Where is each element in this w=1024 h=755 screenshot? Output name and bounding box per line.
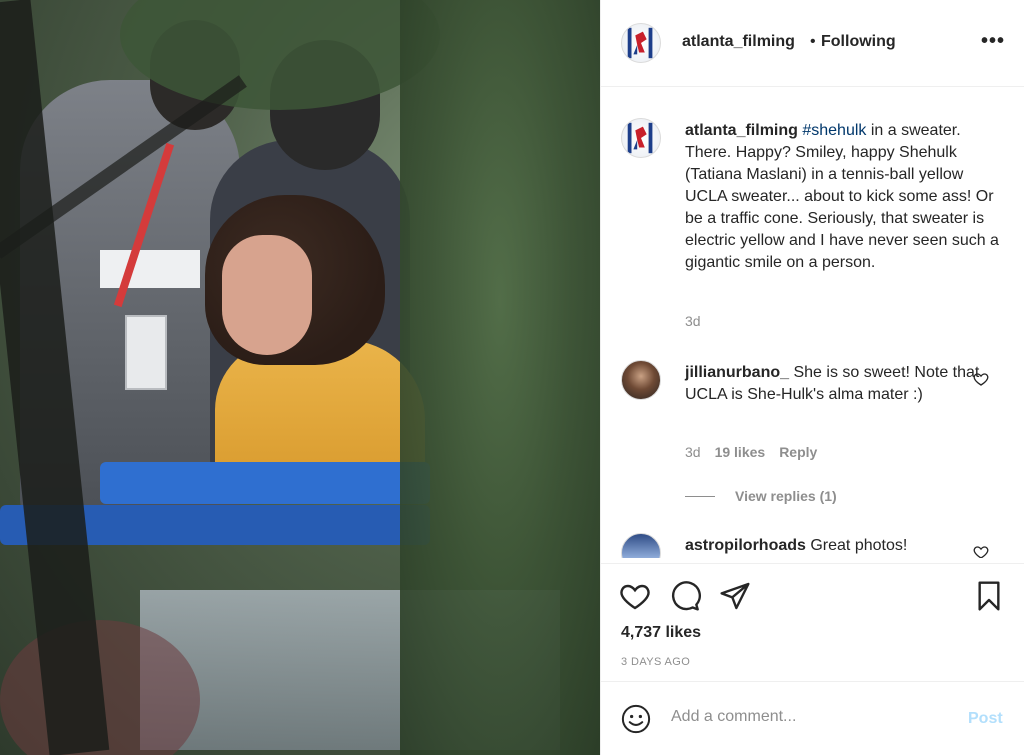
post-caption: atlanta_filming #shehulk in a sweater. T… bbox=[685, 120, 1005, 274]
post-actions: 4,737 likes 3 DAYS AGO bbox=[601, 563, 1024, 681]
comment-text: Great photos! bbox=[810, 537, 908, 554]
reply-button[interactable]: Reply bbox=[779, 444, 817, 460]
caption-text: in a sweater. There. Happy? Smiley, happ… bbox=[685, 122, 999, 271]
view-replies-line bbox=[685, 496, 715, 497]
caption-age-label: 3d bbox=[685, 313, 701, 329]
comment-icon[interactable] bbox=[669, 580, 701, 612]
likes-count[interactable]: 4,737 likes bbox=[621, 624, 701, 642]
avatar[interactable] bbox=[621, 533, 661, 558]
hashtag-link[interactable]: #shehulk bbox=[802, 122, 866, 139]
paper-plane-icon[interactable] bbox=[719, 580, 751, 612]
spiderman-avatar-icon bbox=[627, 27, 653, 59]
post-photo[interactable] bbox=[0, 0, 600, 755]
comment-age: 3d bbox=[685, 444, 701, 460]
photo-name-tag bbox=[100, 250, 200, 288]
heart-icon[interactable] bbox=[973, 544, 989, 558]
post-timestamp: 3 DAYS AGO bbox=[621, 656, 691, 668]
caption-age: 3d bbox=[685, 313, 701, 329]
avatar[interactable] bbox=[621, 118, 661, 158]
comment: astropilorhoads Great photos! bbox=[685, 535, 1005, 557]
avatar[interactable] bbox=[621, 23, 661, 63]
comment-likes[interactable]: 19 likes bbox=[715, 444, 766, 460]
avatar[interactable] bbox=[621, 360, 661, 400]
username-link[interactable]: atlanta_filming bbox=[682, 33, 795, 51]
comments-list[interactable]: atlanta_filming #shehulk in a sweater. T… bbox=[601, 88, 1024, 558]
comment: jillianurbano_ She is so sweet! Note tha… bbox=[685, 362, 1005, 406]
more-icon[interactable]: ••• bbox=[981, 30, 1005, 53]
photo-id-badge bbox=[125, 315, 167, 390]
spiderman-avatar-icon bbox=[627, 122, 653, 154]
separator-dot: • bbox=[810, 33, 816, 50]
post-header: atlanta_filming • Following ••• bbox=[601, 0, 1024, 87]
heart-icon[interactable] bbox=[619, 580, 651, 612]
comment-meta: 3d 19 likes Reply bbox=[685, 444, 817, 460]
emoji-icon[interactable] bbox=[621, 704, 651, 734]
following-button[interactable]: Following bbox=[821, 33, 896, 51]
comment-composer: Post bbox=[601, 681, 1024, 755]
post-button[interactable]: Post bbox=[968, 710, 1003, 728]
view-replies-button[interactable]: View replies (1) bbox=[735, 488, 837, 504]
photo-blue-rail bbox=[100, 462, 430, 504]
bookmark-icon[interactable] bbox=[973, 580, 1005, 612]
comment-username[interactable]: astropilorhoads bbox=[685, 537, 806, 554]
heart-icon[interactable] bbox=[973, 371, 989, 387]
caption-username[interactable]: atlanta_filming bbox=[685, 122, 798, 139]
comment-username[interactable]: jillianurbano_ bbox=[685, 364, 789, 381]
comment-input[interactable] bbox=[671, 708, 951, 726]
photo-foliage bbox=[400, 0, 600, 755]
post-side-panel: atlanta_filming • Following ••• atlanta_… bbox=[600, 0, 1024, 755]
photo-face bbox=[222, 235, 312, 355]
